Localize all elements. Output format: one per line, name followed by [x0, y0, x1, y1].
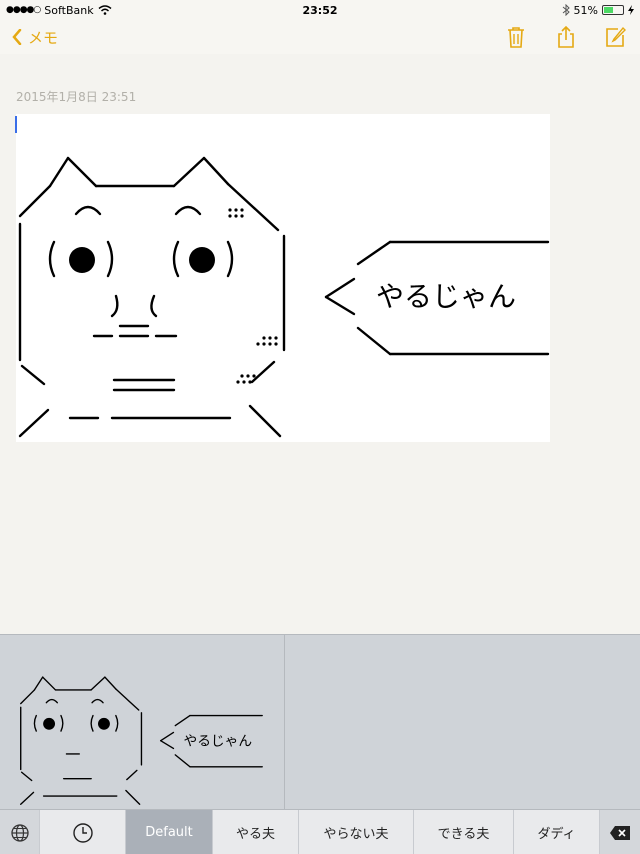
aa-thumbnail-drawing: やるじゃん	[20, 676, 263, 805]
tab-default[interactable]: Default	[126, 810, 213, 854]
globe-button[interactable]	[0, 810, 40, 854]
battery-fill	[604, 7, 614, 13]
charging-icon	[628, 5, 634, 15]
text-cursor	[15, 116, 17, 133]
share-icon[interactable]	[554, 25, 578, 49]
battery-percent: 51%	[573, 3, 598, 17]
tab-dekiruo[interactable]: できる夫	[414, 810, 514, 854]
wifi-icon	[98, 5, 112, 15]
keyboard-divider	[284, 635, 285, 810]
clock-icon	[72, 822, 93, 843]
signal-icon: ●●●●○	[6, 5, 41, 15]
aa-keyboard-panel: やるじゃん	[0, 634, 640, 810]
back-label: メモ	[28, 28, 59, 47]
delete-icon	[610, 825, 630, 840]
ascii-art-image[interactable]: やるじゃん	[16, 114, 550, 442]
nav-bar: メモ	[0, 20, 640, 54]
compose-icon[interactable]	[604, 25, 628, 49]
speech-text: やるじゃん	[376, 280, 516, 313]
note-date: 2015年1月8日 23:51	[16, 90, 137, 104]
delete-button[interactable]	[600, 810, 640, 854]
ascii-art-drawing: やるじゃん	[18, 156, 550, 438]
aa-thumbnail[interactable]: やるじゃん	[6, 657, 276, 807]
back-button[interactable]: メモ	[12, 27, 58, 48]
category-bar: Default やる夫 やらない夫 できる夫 ダディ	[0, 809, 640, 854]
thumb-speech-text: やるじゃん	[184, 734, 253, 750]
status-bar: ●●●●○ SoftBank 23:52 51%	[0, 0, 640, 20]
globe-icon	[10, 823, 29, 842]
recent-tab[interactable]	[40, 810, 126, 854]
tab-daddy[interactable]: ダディ	[514, 810, 600, 854]
nav-actions	[504, 25, 628, 49]
chevron-left-icon	[12, 29, 22, 45]
bluetooth-icon	[562, 4, 570, 16]
note-area[interactable]: 2015年1月8日 23:51 やるじゃん	[0, 54, 640, 634]
tab-yaranaio[interactable]: やらない夫	[299, 810, 414, 854]
carrier-label: SoftBank	[44, 3, 94, 17]
status-right: 51%	[562, 4, 634, 17]
battery-icon	[602, 5, 624, 15]
trash-icon[interactable]	[504, 25, 528, 49]
status-left: ●●●●○ SoftBank	[6, 4, 112, 17]
tab-yaruo[interactable]: やる夫	[213, 810, 299, 854]
